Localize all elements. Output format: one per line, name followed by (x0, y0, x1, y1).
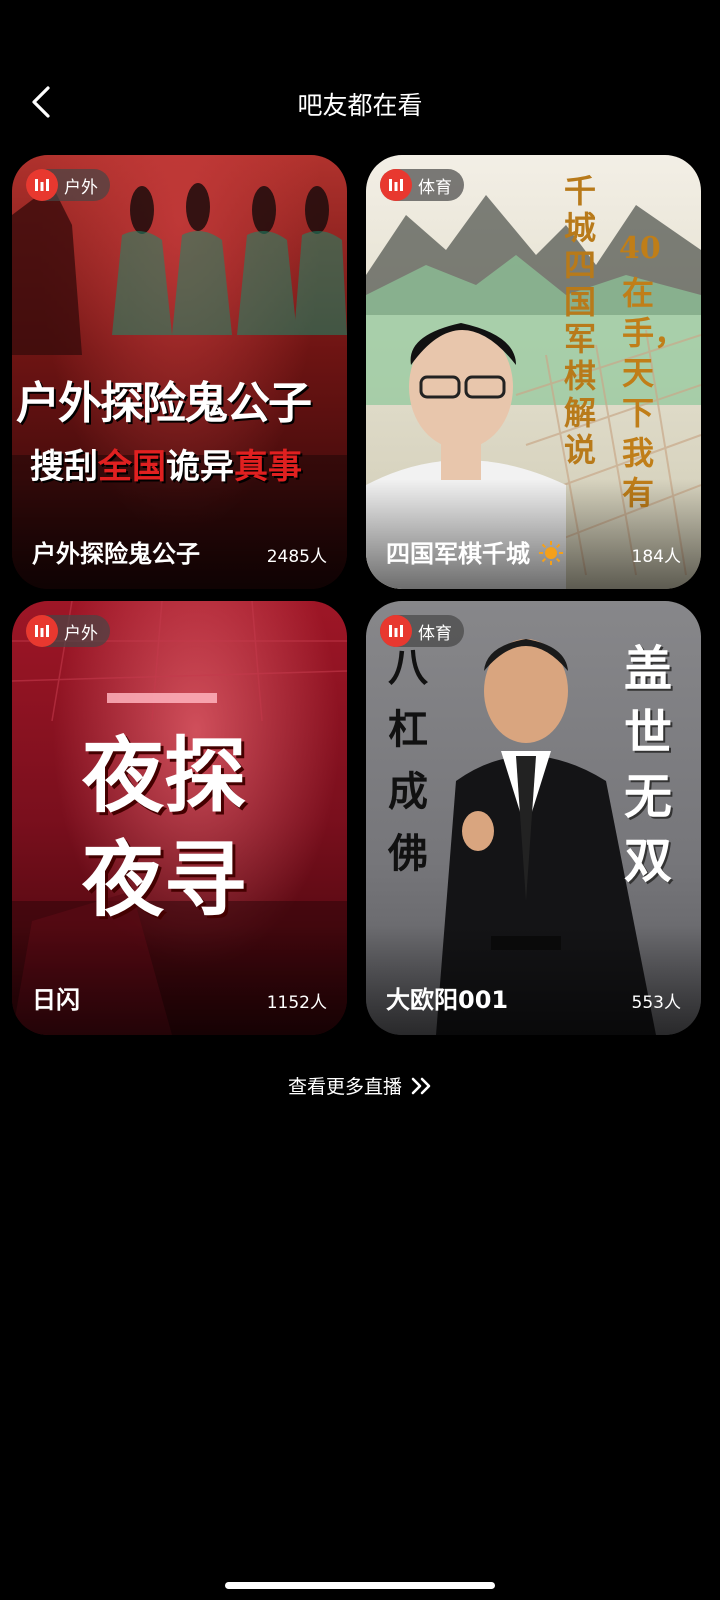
category-label: 户外 (64, 623, 98, 644)
cover-number: 40 (619, 231, 661, 266)
live-card[interactable]: 夜探 夜寻 户外 日闪 1152人 (12, 601, 347, 1035)
live-icon (26, 169, 58, 201)
cover-title: 户外探险鬼公子 (16, 378, 312, 429)
category-tag: 户外 (26, 169, 110, 201)
category-tag: 户外 (26, 615, 110, 647)
viewer-count: 1152人 (266, 993, 327, 1013)
streamer-name: 日闪 (32, 986, 80, 1014)
category-tag: 体育 (380, 169, 464, 201)
cover-title-2: 夜寻 (82, 832, 247, 928)
see-more-live-link[interactable]: 查看更多直播 (0, 1072, 720, 1099)
see-more-label: 查看更多直播 (287, 1076, 402, 1098)
live-card[interactable]: 千城四国军棋解说 40 在手，天下我有 体育 四国军棋千城 184人 (366, 155, 701, 589)
live-icon (380, 615, 412, 647)
live-icon (380, 169, 412, 201)
double-chevron-right-icon (411, 1077, 431, 1094)
cover-vertical-title: 千城四国军棋解说 (564, 172, 597, 469)
category-label: 体育 (418, 623, 452, 644)
live-card[interactable]: 八杠成佛 盖世无双 体育 大欧阳001 553人 (366, 601, 701, 1035)
streamer-name: 四国军棋千城 (386, 534, 564, 569)
category-label: 体育 (418, 177, 452, 198)
category-label: 户外 (64, 177, 98, 198)
live-card[interactable]: 户外探险鬼公子 搜刮全国诡异真事 户外 户外探险鬼公子 2485人 (12, 155, 347, 589)
viewer-count: 2485人 (266, 547, 327, 567)
cover-vertical-slogan: 在手，天下我有 (622, 274, 687, 512)
streamer-name-text: 四国军棋千城 (386, 540, 530, 568)
live-icon (26, 615, 58, 647)
streamer-name: 大欧阳001 (386, 986, 509, 1014)
streamer-name: 户外探险鬼公子 (32, 540, 200, 568)
cover-title: 夜探 (82, 728, 247, 824)
cover-left-text: 八杠成佛 (388, 644, 428, 877)
viewer-count: 553人 (631, 993, 681, 1013)
cover-right-text: 盖世无双 (624, 641, 673, 889)
page-title: 吧友都在看 (297, 91, 423, 120)
home-indicator[interactable] (225, 1582, 495, 1589)
category-tag: 体育 (380, 615, 464, 647)
sun-icon (539, 541, 564, 565)
viewer-count: 184人 (631, 547, 681, 567)
